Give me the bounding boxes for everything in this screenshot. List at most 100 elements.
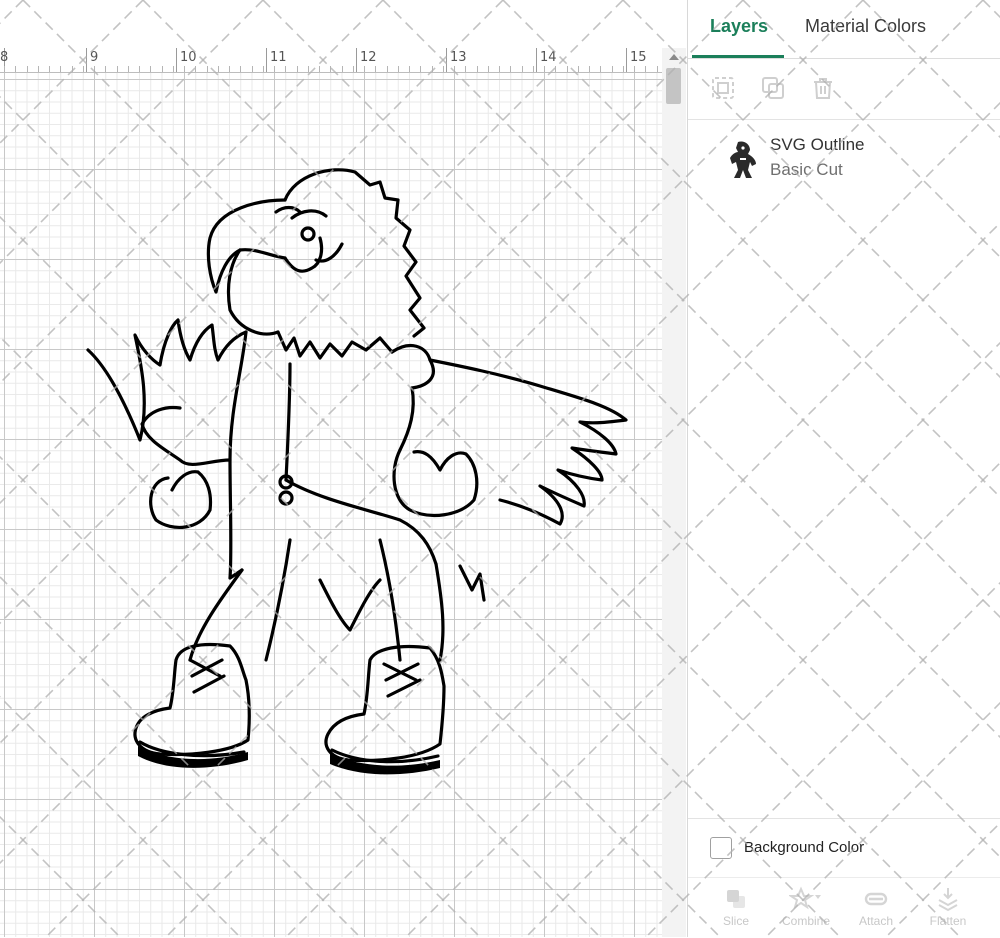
ruler-minor-tick xyxy=(49,66,50,72)
ruler-minor-tick xyxy=(15,66,17,72)
ruler-minor-tick xyxy=(555,66,557,72)
layers-panel: Layers Material Colors SVG Outline Basic… xyxy=(687,0,1000,937)
ruler-minor-tick xyxy=(566,66,568,72)
scroll-up-icon[interactable] xyxy=(669,54,679,60)
layer-item[interactable]: SVG Outline Basic Cut xyxy=(688,122,1000,192)
ruler-minor-tick xyxy=(26,66,28,72)
ruler-minor-tick xyxy=(622,66,624,72)
flatten-button[interactable]: Flatten xyxy=(918,886,978,936)
trash-icon[interactable] xyxy=(810,75,836,101)
attach-button[interactable]: Attach xyxy=(846,886,906,936)
ruler-minor-tick xyxy=(229,66,230,72)
ruler-minor-tick xyxy=(161,66,163,72)
ruler-minor-tick xyxy=(409,66,410,72)
attach-label: Attach xyxy=(858,914,894,928)
ruler-minor-tick xyxy=(4,66,5,72)
ruler-minor-tick xyxy=(127,66,129,72)
ruler-label: 14 xyxy=(540,50,557,65)
ruler-minor-tick xyxy=(634,66,635,72)
ruler-minor-tick xyxy=(476,66,478,72)
background-color-label: Background Color xyxy=(744,839,865,856)
tab-layers[interactable]: Layers xyxy=(710,16,768,37)
flatten-icon xyxy=(938,888,958,912)
panel-tabs: Layers Material Colors xyxy=(688,0,1000,59)
eagle-mascot-design[interactable] xyxy=(80,160,640,780)
ruler-minor-tick xyxy=(352,66,354,72)
ruler-minor-tick xyxy=(319,66,320,72)
ruler-label: 9 xyxy=(90,50,99,65)
ruler-minor-tick xyxy=(431,66,433,72)
ruler-label: 12 xyxy=(360,50,377,65)
tab-material-colors[interactable]: Material Colors xyxy=(805,16,926,37)
active-tab-indicator xyxy=(692,55,784,58)
ruler-minor-tick xyxy=(262,66,264,72)
ruler-minor-tick xyxy=(296,66,298,72)
ruler-minor-tick xyxy=(375,66,377,72)
background-color-checkbox[interactable] xyxy=(710,837,732,859)
ruler-minor-tick xyxy=(341,66,343,72)
group-icon[interactable] xyxy=(710,75,736,101)
design-canvas[interactable]: 8 9 10 11 12 13 14 15 xyxy=(0,0,686,937)
ruler-minor-tick xyxy=(195,66,197,72)
ruler-minor-tick xyxy=(274,66,275,72)
combine-icon xyxy=(789,886,821,910)
ruler-minor-tick xyxy=(645,66,647,72)
ruler-minor-tick xyxy=(397,66,399,72)
ruler-label: 13 xyxy=(450,50,467,65)
ruler-minor-tick xyxy=(611,66,613,72)
ruler-minor-tick xyxy=(364,66,365,72)
ruler-minor-tick xyxy=(544,66,545,72)
ruler-minor-tick xyxy=(589,66,590,72)
ruler-label: 15 xyxy=(630,50,647,65)
ruler-minor-tick xyxy=(307,66,309,72)
duplicate-icon[interactable] xyxy=(760,75,786,101)
layer-actions-bar: Slice Combine Attach Flatten xyxy=(688,877,1000,938)
ruler-minor-tick xyxy=(577,66,579,72)
ruler-minor-tick xyxy=(71,66,73,72)
ruler-minor-tick xyxy=(172,66,174,72)
ruler-minor-tick xyxy=(510,66,512,72)
ruler-minor-tick xyxy=(150,66,152,72)
layer-toolbar xyxy=(688,59,1000,120)
ruler-minor-tick xyxy=(465,66,467,72)
ruler-minor-tick xyxy=(206,66,208,72)
layer-operation[interactable]: Basic Cut xyxy=(770,160,843,180)
ruler-minor-tick xyxy=(330,66,332,72)
ruler-minor-tick xyxy=(420,66,422,72)
slice-label: Slice xyxy=(722,914,749,928)
ruler-minor-tick xyxy=(82,66,84,72)
ruler-minor-tick xyxy=(105,66,107,72)
attach-icon xyxy=(864,892,888,906)
vertical-scrollbar[interactable] xyxy=(662,48,686,937)
ruler-minor-tick xyxy=(184,66,185,72)
ruler-minor-tick xyxy=(285,66,287,72)
background-color-row: Background Color xyxy=(688,818,1000,877)
layer-name[interactable]: SVG Outline xyxy=(770,135,865,155)
combine-label: Combine xyxy=(781,914,831,928)
ruler-minor-tick xyxy=(499,66,500,72)
ruler-minor-tick xyxy=(656,66,658,72)
ruler-minor-tick xyxy=(251,66,253,72)
ruler-minor-tick xyxy=(442,66,444,72)
ruler-minor-tick xyxy=(37,66,39,72)
ruler-minor-tick xyxy=(60,66,62,72)
ruler-minor-tick xyxy=(600,66,602,72)
slice-button[interactable]: Slice xyxy=(706,886,766,936)
ruler-minor-tick xyxy=(116,66,118,72)
ruler-minor-tick xyxy=(454,66,455,72)
ruler-minor-tick xyxy=(139,66,140,72)
ruler-minor-tick xyxy=(487,66,489,72)
ruler-minor-tick xyxy=(386,66,388,72)
ruler-minor-tick xyxy=(217,66,219,72)
ruler-minor-tick xyxy=(521,66,523,72)
ruler-minor-tick xyxy=(240,66,242,72)
ruler-label: 11 xyxy=(270,50,287,65)
ruler-label: 10 xyxy=(180,50,197,65)
scrollbar-thumb[interactable] xyxy=(666,68,681,104)
flatten-label: Flatten xyxy=(929,914,967,928)
layer-thumbnail xyxy=(730,141,756,178)
ruler-label: 8 xyxy=(0,50,9,65)
combine-button[interactable]: Combine xyxy=(776,886,836,936)
ruler-minor-tick xyxy=(532,66,534,72)
slice-icon xyxy=(727,890,745,908)
